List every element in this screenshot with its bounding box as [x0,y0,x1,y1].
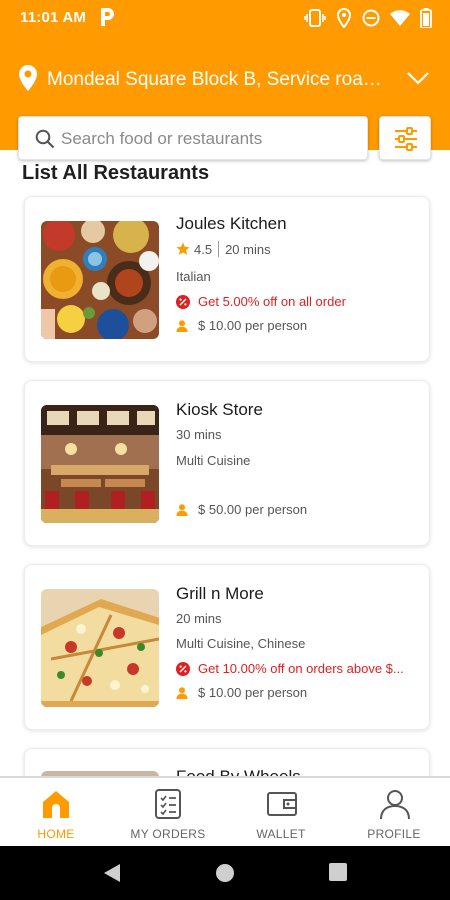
restaurant-name: Kiosk Store [176,400,263,419]
nav-my-orders-label: MY ORDERS [130,827,206,841]
restaurant-card[interactable]: Joules Kitchen 4.5 20 mins Italian Get 5… [24,196,430,362]
delivery-time: 20 mins [176,611,222,626]
section-title: List All Restaurants [22,162,210,184]
search-icon [35,129,55,149]
offer-badge-icon [176,661,190,676]
back-icon[interactable] [102,863,122,883]
parking-icon [101,8,114,26]
offer-text: Get 5.00% off on all order [198,294,346,309]
offer-badge-icon [176,294,190,309]
person-icon [176,503,188,516]
star-icon [176,242,190,255]
price-text: $ 50.00 per person [198,502,308,517]
delivery-time: 30 mins [176,427,222,442]
search-input[interactable] [61,127,351,151]
current-location: Mondeal Square Block B, Service road -..… [47,69,392,90]
location-selector[interactable]: Mondeal Square Block B, Service road -..… [0,58,450,102]
filter-button[interactable] [379,116,431,160]
restaurant-price: $ 10.00 per person [176,685,307,700]
restaurant-image [41,405,159,523]
person-icon [176,319,188,332]
status-bar: 11:01 AM [0,0,450,36]
offer-text: Get 10.00% off on orders above $... [198,661,404,676]
location-icon [336,8,352,28]
orders-icon [155,789,181,819]
price-text: $ 10.00 per person [198,318,308,333]
restaurant-meta: 4.5 20 mins [176,241,271,257]
restaurant-price: $ 10.00 per person [176,318,307,333]
restaurant-offer: Get 5.00% off on all order [176,294,426,309]
delivery-time: 20 mins [225,241,271,257]
wifi-icon [390,10,410,26]
wallet-icon [267,792,297,816]
restaurant-rating: 4.5 [194,241,213,257]
meta-divider [218,241,220,257]
nav-wallet-label: WALLET [256,827,306,841]
restaurant-card[interactable]: Kiosk Store 30 mins Multi Cuisine $ 50.0… [24,380,430,546]
chevron-down-icon[interactable] [406,70,430,86]
restaurant-meta: 20 mins [176,611,222,626]
restaurant-offer: Get 10.00% off on orders above $... [176,661,426,676]
nav-profile-label: PROFILE [367,827,421,841]
restaurant-cuisine: Multi Cuisine, Chinese [176,636,306,651]
nav-profile[interactable]: PROFILE [338,778,450,848]
status-time: 11:01 AM [20,9,87,26]
profile-icon [380,790,410,820]
person-icon [176,686,188,699]
nav-my-orders[interactable]: MY ORDERS [112,778,224,848]
nav-home[interactable]: HOME [0,778,112,848]
home-icon [43,791,69,818]
restaurant-name: Joules Kitchen [176,214,287,233]
restaurant-image [41,589,159,707]
price-text: $ 10.00 per person [198,685,308,700]
filter-sliders-icon [395,127,417,151]
nav-home-label: HOME [37,827,75,841]
restaurant-card[interactable]: Grill n More 20 mins Multi Cuisine, Chin… [24,564,430,730]
restaurant-price: $ 50.00 per person [176,502,307,517]
status-icons [304,7,432,29]
battery-icon [420,8,432,28]
restaurant-name: Grill n More [176,584,264,603]
vibrate-icon [304,9,326,27]
search-bar[interactable] [18,116,368,160]
nav-wallet[interactable]: WALLET [225,778,337,848]
home-circle-icon[interactable] [215,863,235,883]
restaurant-cuisine: Italian [176,269,211,284]
recents-icon[interactable] [329,863,347,881]
bottom-navigation: HOME MY ORDERS WALLET PROFILE [0,776,450,846]
system-navigation-bar [0,846,450,900]
restaurant-cuisine: Multi Cuisine [176,453,251,468]
dnd-icon [362,9,380,27]
restaurant-meta: 30 mins [176,427,222,442]
restaurant-image [41,221,159,339]
location-pin-icon [19,65,37,91]
